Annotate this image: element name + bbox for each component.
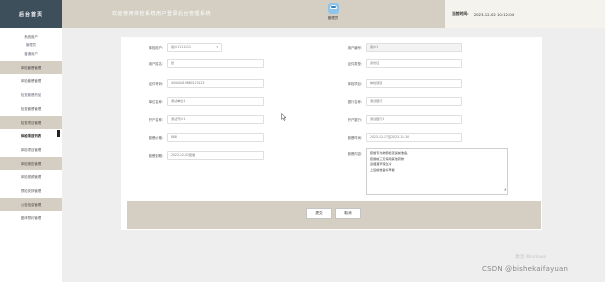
form-action-bar: 提交 取消 bbox=[127, 201, 541, 229]
field-package-expire: 套餐到期: 2023-12-02套餐 bbox=[127, 151, 264, 160]
sidebar-item-label: 预检安排管理 bbox=[20, 189, 42, 193]
field-bank-name: 银行名称: 测试银行 bbox=[326, 97, 462, 106]
field-check-user: 体检用户: 用户1111111 ▾ bbox=[127, 43, 222, 52]
sidebar-item-label: 体检项目管理 bbox=[20, 148, 42, 152]
brand-home-link[interactable]: 后台首页 bbox=[0, 0, 62, 28]
account-name-input[interactable]: 测试开户1 bbox=[167, 115, 264, 124]
sidebar-item-package-manage[interactable]: 体检套餐管理 bbox=[0, 73, 62, 88]
current-time-panel: 当前时间: 2023-12-02 10:12:04 bbox=[445, 0, 605, 28]
check-user-label: 体检用户: bbox=[148, 46, 163, 50]
bank-name-input[interactable]: 测试银行 bbox=[366, 97, 462, 106]
bank-name-label: 银行名称: bbox=[347, 100, 362, 104]
user-name-label: 用户姓名: bbox=[148, 62, 163, 66]
package-price-label: 套餐价格: bbox=[148, 136, 163, 140]
field-user-name: 用户姓名: 张 bbox=[127, 59, 264, 68]
package-price-input[interactable]: 888 bbox=[167, 133, 264, 142]
sidebar-item-label: 检查套餐管理 bbox=[20, 107, 42, 111]
id-type-label: 证件类型: bbox=[347, 62, 362, 66]
sidebar-item-check-package[interactable]: 检查套餐管理 bbox=[0, 101, 62, 116]
sidebar-item-check-list[interactable]: 体检项目列表 bbox=[0, 128, 62, 143]
package-time-input[interactable]: 2023-12-17至2023-11-30 bbox=[366, 133, 462, 142]
time-label: 当前时间: bbox=[452, 11, 469, 16]
account-bank-input[interactable]: 测试银行1 bbox=[366, 115, 462, 124]
time-value: 2023-12-02 10:12:04 bbox=[473, 11, 515, 17]
check-item-input[interactable]: 体检项目 bbox=[366, 79, 462, 88]
sidebar-item-admin[interactable]: 管理员 bbox=[0, 41, 62, 50]
account-name-label: 开户名称: bbox=[148, 118, 163, 122]
package-expire-input[interactable]: 2023-12-02套餐 bbox=[167, 151, 264, 160]
id-number-label: 证件号码: bbox=[148, 82, 163, 86]
sidebar-group-package[interactable]: 体检套餐管理 bbox=[0, 60, 62, 74]
sidebar-group-system-users[interactable]: 系统用户 bbox=[0, 32, 62, 41]
sidebar-item-label: 体检视频管理 bbox=[20, 175, 42, 179]
sidebar-item-label: 团体预约管理 bbox=[20, 216, 42, 220]
chevron-down-icon: ▾ bbox=[216, 45, 218, 49]
field-check-item: 体检项目: 体检项目 bbox=[326, 79, 462, 88]
sidebar-item-video[interactable]: 体检视频管理 bbox=[0, 169, 62, 184]
field-unit-name: 单位名称: 测试单位1 bbox=[127, 97, 264, 106]
package-content-textarea[interactable]: 套餐专为肺部检查提前准备， 套餐前三天停用其他药物 忌烟酒辛辣生冷 上班前准备好… bbox=[366, 148, 508, 195]
submit-button[interactable]: 提交 bbox=[306, 208, 332, 219]
resize-grip-icon[interactable]: ◢ bbox=[504, 187, 506, 193]
id-type-input[interactable]: 身份证 bbox=[366, 59, 462, 68]
textarea-line: 上班前准备好早餐 bbox=[370, 167, 395, 172]
package-time-label: 套餐时间: bbox=[347, 136, 362, 140]
field-account-name: 开户名称: 测试开户1 bbox=[127, 115, 264, 124]
sidebar-item-label: 公告信息管理 bbox=[20, 202, 42, 207]
field-user-id: 用户编号: 用户1 bbox=[326, 43, 462, 52]
admin-menu[interactable]: 管理员 bbox=[318, 3, 348, 21]
sidebar-item-label: 体检套餐管理 bbox=[20, 79, 42, 83]
sidebar-item-label: 普通用户 bbox=[24, 51, 38, 56]
field-package-price: 套餐价格: 888 bbox=[127, 133, 264, 142]
sidebar-item-check-manage[interactable]: 体检项目管理 bbox=[0, 142, 62, 157]
cancel-button[interactable]: 取消 bbox=[335, 208, 361, 219]
sidebar-nav: 系统用户 管理员 普通用户 体检套餐管理 体检套餐管理 检查套餐药品 检查套餐管… bbox=[0, 28, 62, 282]
sidebar-item-label: 体检报告管理 bbox=[20, 161, 42, 166]
site-title: 欢迎使用体检系统用户登录后台管理系统 bbox=[112, 11, 212, 17]
sidebar-item-normal-user[interactable]: 普通用户 bbox=[0, 49, 62, 58]
id-number-input[interactable]: 44444419880123123 bbox=[167, 79, 264, 88]
user-name-input[interactable]: 张 bbox=[167, 59, 264, 68]
sidebar-group-notice[interactable]: 公告信息管理 bbox=[0, 197, 62, 211]
field-package-content: 套餐内容: bbox=[326, 151, 366, 156]
check-user-select[interactable]: 用户1111111 ▾ bbox=[167, 43, 222, 52]
windows-activation-watermark: 激活 Windows bbox=[515, 255, 547, 260]
admin-label: 管理员 bbox=[327, 16, 339, 20]
csdn-watermark: CSDN @bishekaifayuan bbox=[482, 265, 569, 273]
active-indicator bbox=[57, 129, 60, 137]
field-id-type: 证件类型: 身份证 bbox=[326, 59, 462, 68]
user-id-label: 用户编号: bbox=[347, 46, 362, 50]
mouse-cursor-icon bbox=[281, 113, 287, 121]
sidebar-item-package-medicine[interactable]: 检查套餐药品 bbox=[0, 88, 62, 102]
top-header: 后台首页 欢迎使用体检系统用户登录后台管理系统 管理员 当前时间: 2023-1… bbox=[0, 0, 605, 28]
field-package-time: 套餐时间: 2023-12-17至2023-11-30 bbox=[326, 133, 462, 142]
field-id-number: 证件号码: 44444419880123123 bbox=[127, 79, 264, 88]
sidebar-item-label: 检查套餐药品 bbox=[20, 93, 42, 97]
sidebar-item-label: 系统用户 bbox=[24, 34, 38, 39]
check-item-label: 体检项目: bbox=[347, 82, 362, 86]
account-bank-label: 开户银行: bbox=[347, 118, 362, 122]
field-account-bank: 开户银行: 测试银行1 bbox=[326, 115, 462, 124]
user-id-input[interactable]: 用户1 bbox=[366, 43, 462, 52]
sidebar-group-report[interactable]: 体检报告管理 bbox=[0, 156, 62, 170]
sidebar-item-precheck[interactable]: 预检安排管理 bbox=[0, 183, 62, 198]
package-content-label: 套餐内容: bbox=[347, 152, 362, 156]
unit-name-label: 单位名称: bbox=[148, 100, 163, 104]
sidebar-item-label: 体检套餐管理 bbox=[20, 65, 42, 70]
sidebar-group-check-item[interactable]: 检查项目管理 bbox=[0, 115, 62, 129]
admin-avatar-icon bbox=[327, 3, 339, 14]
sidebar-item-group-booking[interactable]: 团体预约管理 bbox=[0, 210, 62, 225]
unit-name-input[interactable]: 测试单位1 bbox=[167, 97, 264, 106]
sidebar-item-label: 体检项目列表 bbox=[20, 134, 42, 138]
sidebar-item-label: 检查项目管理 bbox=[20, 120, 42, 125]
package-expire-label: 套餐到期: bbox=[148, 154, 163, 158]
sidebar-item-label: 管理员 bbox=[25, 43, 37, 48]
